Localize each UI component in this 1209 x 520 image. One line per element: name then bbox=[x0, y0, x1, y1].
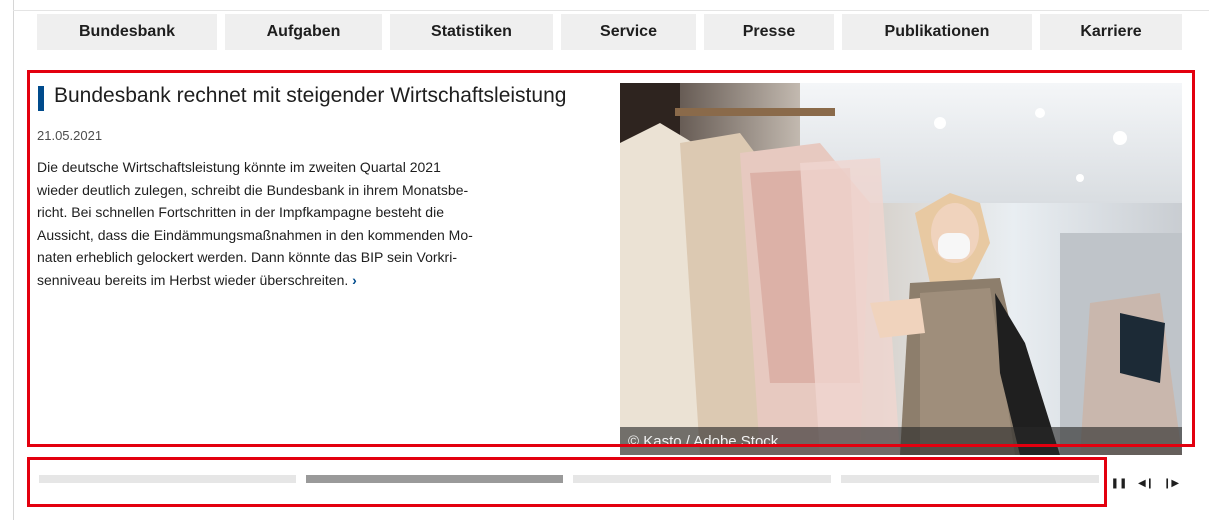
teaser-body-line: senniveau bereits im Herbst wieder übers… bbox=[37, 271, 349, 288]
nav-item-karriere[interactable]: Karriere bbox=[1040, 14, 1182, 50]
slider-segment-2-active[interactable] bbox=[306, 475, 563, 483]
teaser-body: Die deutsche Wirtschaftsleistung könnte … bbox=[37, 156, 547, 292]
nav-item-publikationen[interactable]: Publikationen bbox=[842, 14, 1032, 50]
next-button[interactable]: ❙▶ bbox=[1162, 474, 1180, 492]
slider-segment-4[interactable] bbox=[841, 475, 1099, 483]
nav-item-service[interactable]: Service bbox=[561, 14, 696, 50]
teaser-body-line: wieder deutlich zulegen, schreibt die Bu… bbox=[37, 181, 469, 198]
nav-item-label: Publikationen bbox=[884, 23, 990, 40]
read-more-link[interactable]: › bbox=[352, 272, 357, 288]
nav-item-label: Bundesbank bbox=[78, 23, 175, 40]
teaser-body-line: richt. Bei schnellen Fortschritten in de… bbox=[37, 204, 444, 221]
teaser-body-line: Die deutsche Wirtschaftsleistung könnte … bbox=[37, 159, 441, 175]
slider-segment-1[interactable] bbox=[39, 475, 296, 483]
pause-button[interactable]: ❚❚ bbox=[1110, 474, 1128, 492]
nav-item-statistiken[interactable]: Statistiken bbox=[390, 14, 553, 50]
nav-item-label: Aufgaben bbox=[266, 23, 341, 40]
teaser-image[interactable]: © Kasto / Adobe Stock bbox=[620, 83, 1182, 455]
teaser-title[interactable]: Bundesbank rechnet mit steigender Wirtsc… bbox=[54, 84, 566, 108]
teaser-body-line: Aussicht, dass die Eindämmungsmaßnahmen … bbox=[37, 226, 473, 243]
nav-item-bundesbank[interactable]: Bundesbank bbox=[37, 14, 217, 50]
title-accent-bar bbox=[38, 86, 44, 111]
shopping-scene-illustration bbox=[620, 83, 1182, 455]
teaser-body-line-last: senniveau bereits im Herbst wieder übers… bbox=[37, 269, 547, 292]
teaser-date: 21.05.2021 bbox=[37, 128, 103, 143]
nav-item-label: Statistiken bbox=[431, 23, 512, 40]
nav-item-presse[interactable]: Presse bbox=[704, 14, 834, 50]
nav-item-label: Service bbox=[600, 23, 657, 40]
teaser-body-line: naten erheblich gelockert werden. Dann k… bbox=[37, 249, 457, 266]
nav-item-label: Karriere bbox=[1080, 23, 1142, 40]
main-navigation: Bundesbank Aufgaben Statistiken Service … bbox=[0, 0, 1209, 60]
page-left-border bbox=[13, 0, 14, 520]
nav-item-aufgaben[interactable]: Aufgaben bbox=[225, 14, 382, 50]
nav-item-label: Presse bbox=[742, 23, 796, 40]
slider-segment-3[interactable] bbox=[573, 475, 831, 483]
previous-button[interactable]: ◀❙ bbox=[1137, 474, 1155, 492]
image-credit: © Kasto / Adobe Stock bbox=[620, 427, 1182, 455]
